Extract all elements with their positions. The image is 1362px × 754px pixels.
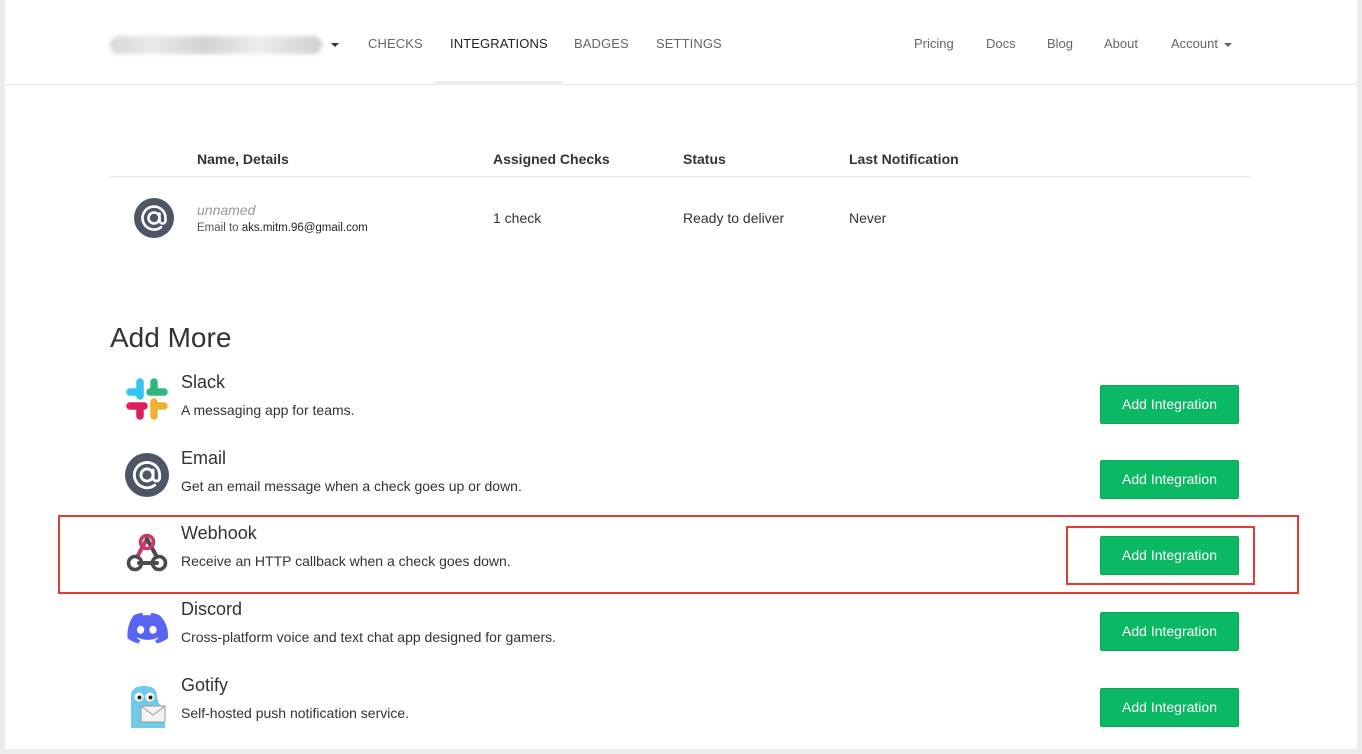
nav-integrations[interactable]: INTEGRATIONS bbox=[435, 0, 563, 85]
detail-email: aks.mitm.96@gmail.com bbox=[241, 222, 368, 234]
project-selector[interactable] bbox=[110, 34, 339, 56]
integration-webhook: Webhook Receive an HTTP callback when a … bbox=[110, 523, 1240, 595]
integration-title: Slack bbox=[181, 372, 226, 392]
nav-docs[interactable]: Docs bbox=[986, 0, 1016, 85]
discord-icon bbox=[127, 612, 168, 644]
add-integration-slack-button[interactable]: Add Integration bbox=[1100, 385, 1239, 424]
integration-gotify: Gotify Self-hosted push notification ser… bbox=[110, 675, 1240, 747]
assigned-checks[interactable]: 1 check bbox=[493, 210, 541, 226]
integration-title: Email bbox=[181, 448, 227, 468]
add-more-heading: Add More bbox=[110, 322, 232, 353]
slack-icon bbox=[126, 378, 168, 420]
col-status: Status bbox=[683, 151, 726, 167]
blurred-project-name bbox=[110, 36, 322, 54]
table-row[interactable]: unnamed Email to aks.mitm.96@gmail.com 1… bbox=[110, 177, 1250, 259]
nav-badges[interactable]: BADGES bbox=[559, 0, 644, 85]
integration-slack: Slack A messaging app for teams. Add Int… bbox=[110, 372, 1240, 444]
chevron-down-icon bbox=[331, 43, 339, 47]
integrations-table: Name, Details Assigned Checks Status Las… bbox=[110, 140, 1250, 259]
integration-description: Cross-platform voice and text chat app d… bbox=[181, 629, 557, 645]
integration-title: Webhook bbox=[181, 523, 257, 543]
add-integration-gotify-button[interactable]: Add Integration bbox=[1100, 688, 1239, 727]
webhook-icon bbox=[126, 533, 168, 572]
nav-settings[interactable]: SETTINGS bbox=[641, 0, 737, 85]
nav-about[interactable]: About bbox=[1104, 0, 1138, 85]
integration-description: Receive an HTTP callback when a check go… bbox=[181, 553, 511, 569]
navbar: CHECKS INTEGRATIONS BADGES SETTINGS Pric… bbox=[5, 0, 1357, 85]
channel-name: unnamed bbox=[197, 202, 256, 218]
col-name: Name, Details bbox=[197, 151, 289, 167]
channel-detail: Email to aks.mitm.96@gmail.com bbox=[197, 222, 368, 234]
integration-description: Get an email message when a check goes u… bbox=[181, 478, 522, 494]
nav-pricing[interactable]: Pricing bbox=[914, 0, 954, 85]
at-sign-icon bbox=[125, 453, 169, 497]
chevron-down-icon bbox=[1223, 42, 1232, 47]
integration-title: Discord bbox=[181, 599, 243, 619]
nav-checks[interactable]: CHECKS bbox=[353, 0, 438, 85]
integration-description: A messaging app for teams. bbox=[181, 402, 355, 418]
nav-blog[interactable]: Blog bbox=[1047, 0, 1073, 85]
status-text: Ready to deliver bbox=[683, 210, 785, 226]
integration-email: Email Get an email message when a check … bbox=[110, 448, 1240, 520]
detail-prefix: Email to bbox=[197, 222, 239, 234]
table-header: Name, Details Assigned Checks Status Las… bbox=[110, 140, 1250, 177]
add-integration-webhook-button[interactable]: Add Integration bbox=[1100, 536, 1239, 575]
col-last-notification: Last Notification bbox=[849, 151, 959, 167]
integration-title: Gotify bbox=[181, 675, 229, 695]
add-integration-discord-button[interactable]: Add Integration bbox=[1100, 612, 1239, 651]
gotify-icon bbox=[131, 686, 166, 728]
add-integration-email-button[interactable]: Add Integration bbox=[1100, 460, 1239, 499]
page: CHECKS INTEGRATIONS BADGES SETTINGS Pric… bbox=[5, 0, 1357, 749]
col-assigned: Assigned Checks bbox=[493, 151, 610, 167]
integration-description: Self-hosted push notification service. bbox=[181, 705, 410, 721]
nav-account-label: Account bbox=[1171, 36, 1218, 51]
at-sign-icon bbox=[134, 198, 174, 238]
channel-details[interactable]: unnamed Email to aks.mitm.96@gmail.com bbox=[197, 202, 368, 234]
nav-account[interactable]: Account bbox=[1171, 0, 1232, 85]
integration-discord: Discord Cross-platform voice and text ch… bbox=[110, 599, 1240, 671]
last-notification: Never bbox=[849, 210, 887, 226]
